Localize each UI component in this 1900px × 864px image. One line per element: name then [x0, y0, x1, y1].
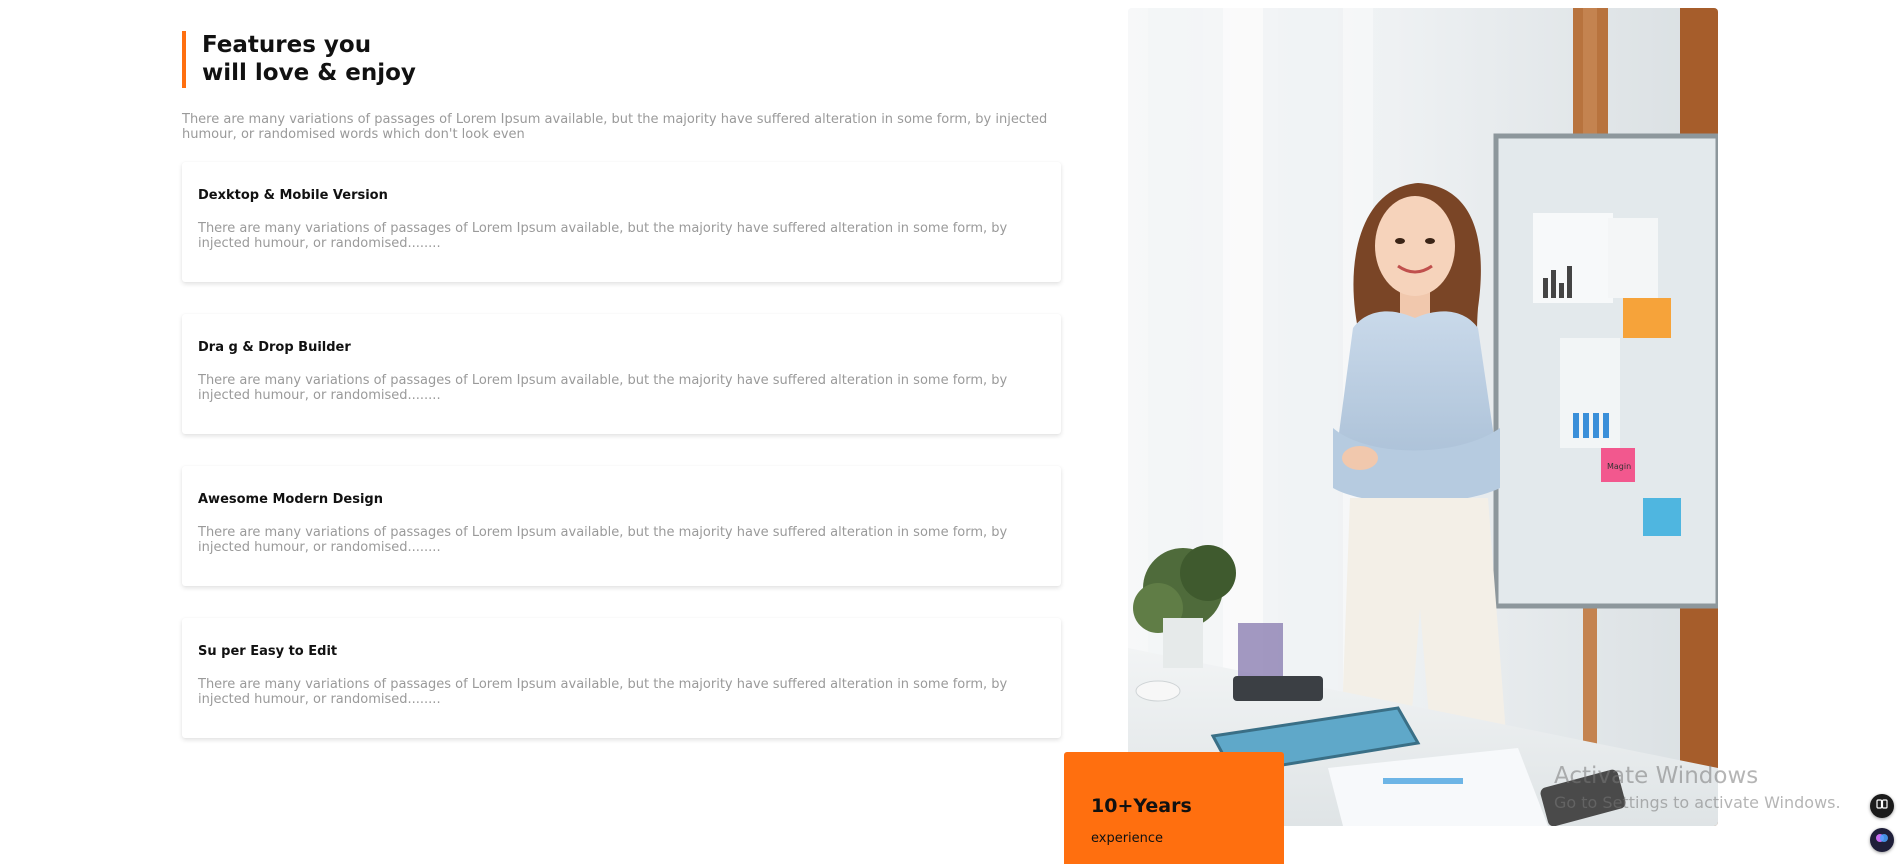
experience-badge: 10+Years experience	[1064, 752, 1284, 864]
heading-line-1: Features you	[202, 32, 372, 58]
reader-mode-button[interactable]	[1870, 794, 1894, 818]
section-intro: There are many variations of passages of…	[182, 112, 1048, 142]
features-section: Features you will love & enjoy There are…	[0, 0, 1900, 864]
sticky-note-text: Magin	[1607, 462, 1631, 471]
feature-card-drag-drop: Dra g & Drop Builder There are many vari…	[182, 314, 1061, 434]
office-woman-photo: Magin	[1128, 8, 1718, 826]
feature-title: Dra g & Drop Builder	[198, 340, 351, 355]
feature-card-easy-edit: Su per Easy to Edit There are many varia…	[182, 618, 1061, 738]
feature-title: Awesome Modern Design	[198, 492, 383, 507]
feature-title: Su per Easy to Edit	[198, 644, 338, 659]
experience-label: experience	[1091, 831, 1164, 846]
experience-value: 10+Years	[1091, 795, 1192, 817]
feature-card-modern-design: Awesome Modern Design There are many var…	[182, 466, 1061, 586]
heading-line-2: will love & enjoy	[202, 60, 416, 86]
feature-card-desktop-mobile: Dexktop & Mobile Version There are many …	[182, 162, 1061, 282]
feature-description: There are many variations of passages of…	[198, 525, 1008, 555]
feature-description: There are many variations of passages of…	[198, 677, 1008, 707]
reader-mode-icon	[1876, 797, 1888, 815]
feature-description: There are many variations of passages of…	[198, 373, 1008, 403]
ai-assistant-button[interactable]	[1870, 828, 1894, 852]
section-heading: Features you will love & enjoy	[182, 31, 416, 88]
feature-description: There are many variations of passages of…	[198, 221, 1008, 251]
feature-title: Dexktop & Mobile Version	[198, 188, 388, 203]
ai-assistant-icon	[1875, 831, 1889, 850]
